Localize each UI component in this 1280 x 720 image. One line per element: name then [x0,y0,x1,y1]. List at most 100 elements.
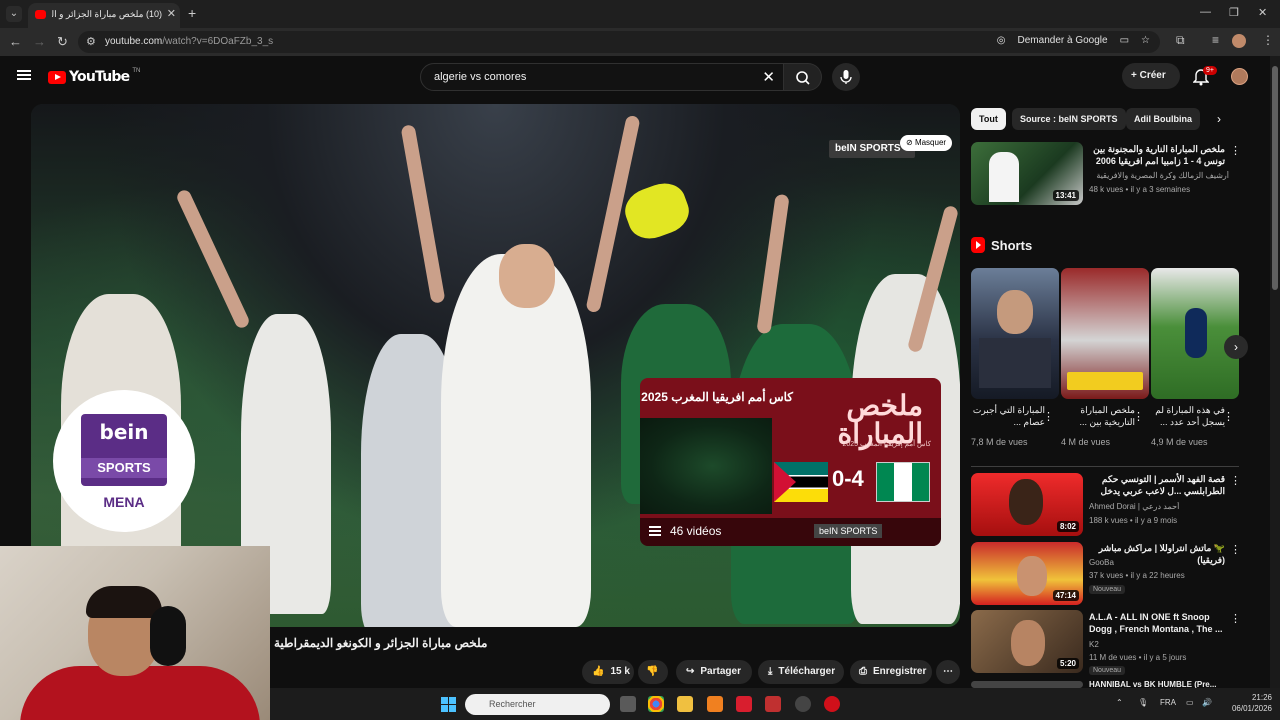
new-badge: Nouveau [1089,666,1126,675]
search-query: algerie vs comores [434,71,527,83]
short-title[interactable]: المباراة التي أجبرت عصام ... [971,404,1045,428]
thumbnail-figure [1017,556,1047,596]
more-options-icon[interactable]: ⋮ [1230,474,1241,487]
language-indicator[interactable]: FRA [1160,698,1176,707]
shorts-next-button[interactable]: › [1224,335,1248,359]
windows-start-icon[interactable] [441,697,456,712]
search-button[interactable] [784,63,822,91]
account-avatar[interactable] [1231,68,1248,85]
task-view-icon[interactable] [620,696,636,712]
voice-search-button[interactable] [832,63,860,91]
browser-menu-icon[interactable]: ⋮ [1262,33,1274,47]
app-icon[interactable] [736,696,752,712]
reading-list-icon[interactable]: ≡ [1212,33,1219,47]
dislike-button[interactable]: 👎 [638,660,668,684]
player-figure [441,254,591,627]
short-thumbnail[interactable] [1061,268,1149,399]
google-lens-icon[interactable]: ◎ [997,35,1006,46]
download-button[interactable]: ⤓ Télécharger [758,660,844,684]
bookmark-star-icon[interactable]: ☆ [1141,35,1150,46]
microphone-icon [840,70,852,84]
video-title[interactable]: A.L.A - ALL IN ONE ft Snoop Dogg , Frenc… [1089,611,1225,635]
reload-icon[interactable]: ↻ [57,34,68,50]
volume-icon[interactable]: 🔊 [1202,698,1212,707]
cast-icon[interactable]: ▭ [1120,35,1129,46]
new-badge: Nouveau [1089,585,1126,594]
more-options-icon[interactable]: ⋮ [1043,410,1054,423]
clear-search-icon[interactable]: ✕ [762,68,775,86]
ask-google-button[interactable]: Demander à Google [1018,35,1108,46]
channel-name[interactable]: أرشيف الزمالك وكرة المصرية والافريقية [1089,171,1229,180]
more-options-icon[interactable]: ⋮ [1230,543,1241,556]
file-explorer-icon[interactable] [677,696,693,712]
video-thumbnail[interactable]: 5:20 [971,610,1083,673]
hide-watermark-button[interactable]: ⊘ Masquer [900,135,953,151]
short-title[interactable]: ملخص المباراة التاريخية بين ... [1061,404,1135,428]
channel-name[interactable]: GooBa [1089,558,1229,567]
vlc-icon[interactable] [707,696,723,712]
chip-channel[interactable]: Adil Boulbina [1126,108,1200,130]
video-thumbnail[interactable]: 47:14 [971,542,1083,605]
video-title[interactable]: ملخص المباراة النارية والمجنونة بين تونس… [1089,143,1225,167]
network-icon[interactable]: ▭ [1186,698,1194,707]
tab-search-button[interactable]: ⌄ [6,6,22,22]
short-views: 7,8 M de vues [971,437,1028,447]
url-text[interactable]: youtube.com/watch?v=6DOaFZb_3_s [105,36,273,47]
tray-chevron-icon[interactable]: ⌃ [1116,698,1123,707]
microphone-tray-icon[interactable]: 🎙 [1138,698,1148,707]
search-input[interactable]: algerie vs comores ✕ [420,63,784,91]
youtube-logo[interactable]: YouTube TN [48,68,141,85]
short-title[interactable]: في هذه المباراة لم يسجل أحد عدد ... [1151,404,1225,428]
playlist-card[interactable]: كاس أمم افريقيا المغرب 2025 ملخص المباراة… [640,378,941,546]
site-info-icon[interactable]: ⚙ [86,35,96,48]
page-scrollbar[interactable] [1270,56,1280,688]
taskbar-search-input[interactable]: Rechercher [465,694,610,715]
system-clock[interactable]: 21:26 06/01/2026 [1220,692,1272,714]
chip-source[interactable]: Source : beIN SPORTS [1012,108,1126,130]
eye-off-icon: ⊘ [906,138,915,147]
video-thumbnail[interactable] [971,681,1083,688]
chips-next-icon[interactable]: › [1217,112,1221,126]
new-tab-button[interactable]: + [188,5,196,21]
create-button[interactable]: + Créer [1122,63,1180,89]
more-options-icon[interactable]: ⋮ [1223,410,1234,423]
channel-name[interactable]: K2 [1089,640,1229,649]
close-window-icon[interactable]: ✕ [1258,6,1267,19]
more-actions-button[interactable]: ⋯ [936,660,960,684]
thumbnail-figure [1009,479,1043,525]
short-thumbnail[interactable] [971,268,1059,399]
restore-icon[interactable]: ❐ [1229,6,1239,19]
like-button[interactable]: 👍 15 k [582,660,634,684]
extensions-icon[interactable]: ⧉ [1176,33,1185,48]
save-label: Enregistrer [873,666,927,677]
browser-tab[interactable]: (10) ملخص مباراة الجزائر و الكونغو ✕ [28,3,180,28]
logo-country: TN [132,68,141,74]
tab-close-icon[interactable]: ✕ [167,7,176,20]
obs-icon[interactable] [795,696,811,712]
channel-name[interactable]: Ahmed Dorai | أحمد درعي [1089,502,1229,511]
video-thumbnail[interactable]: 8:02 [971,473,1083,536]
video-thumbnail[interactable]: 13:41 [971,142,1083,205]
menu-icon[interactable] [17,70,31,80]
forward-icon[interactable]: → [33,34,46,49]
share-button[interactable]: ↪ Partager [676,660,752,684]
opera-icon[interactable] [824,696,840,712]
scrollbar-thumb[interactable] [1272,66,1278,290]
chrome-icon[interactable] [648,696,664,712]
video-duration: 8:02 [1056,521,1079,532]
address-bar[interactable]: ⚙ youtube.com/watch?v=6DOaFZb_3_s ◎ Dema… [78,31,1160,53]
chip-all[interactable]: Tout [971,108,1006,130]
bein-logo-sports: SPORTS [81,458,167,478]
app-icon[interactable] [765,696,781,712]
more-options-icon[interactable]: ⋮ [1230,612,1241,625]
download-icon: ⤓ [768,666,773,677]
browser-profile-avatar[interactable] [1232,34,1246,48]
create-label: Créer [1139,70,1166,81]
video-title[interactable]: قصة الفهد الأسمر | التونسي حكم الطرابلسي… [1089,473,1225,497]
back-icon[interactable]: ← [9,34,22,49]
minimize-icon[interactable]: — [1200,6,1211,18]
save-button[interactable]: ⎙ Enregistrer [850,660,932,684]
more-options-icon[interactable]: ⋮ [1230,144,1241,157]
short-thumbnail[interactable] [1151,268,1239,399]
more-options-icon[interactable]: ⋮ [1133,410,1144,423]
